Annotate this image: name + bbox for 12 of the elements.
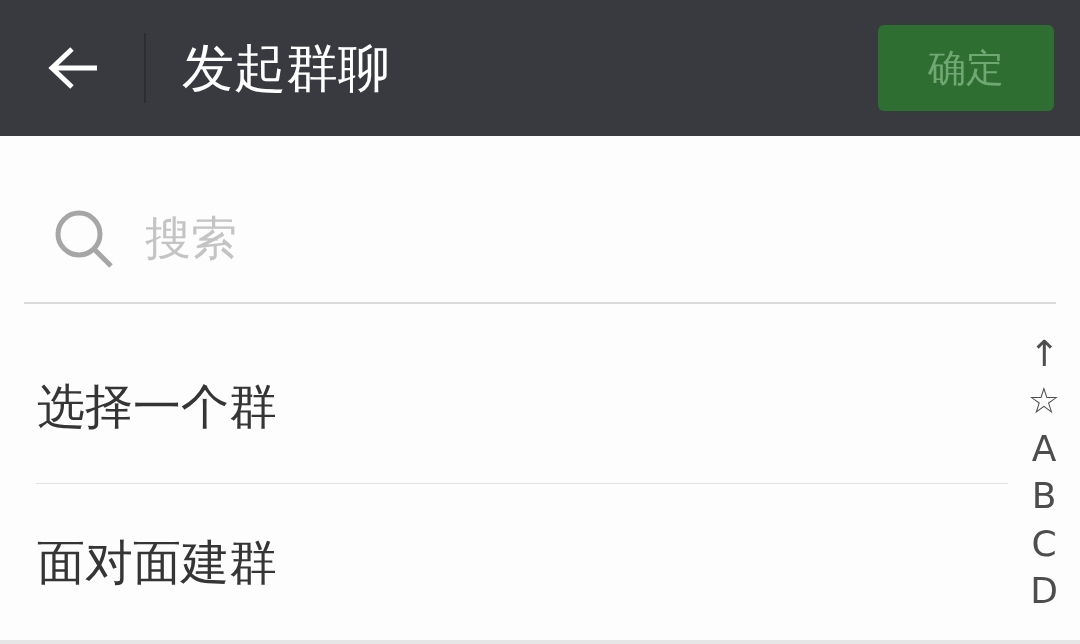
index-entry[interactable]: C: [1031, 520, 1057, 568]
menu-item[interactable]: 面对面建群: [37, 537, 277, 586]
search-icon: [55, 210, 113, 268]
back-icon[interactable]: [48, 46, 98, 90]
index-entry[interactable]: B: [1031, 472, 1057, 520]
page-title: 发起群聊: [182, 42, 390, 94]
index-entry[interactable]: ☆: [1027, 377, 1061, 425]
index-entry[interactable]: ↑: [1028, 330, 1060, 378]
index-entry[interactable]: A: [1031, 425, 1057, 473]
search-field[interactable]: 搜索: [145, 208, 745, 268]
menu-item[interactable]: 选择一个群: [37, 382, 277, 430]
index-entry[interactable]: D: [1030, 567, 1058, 615]
